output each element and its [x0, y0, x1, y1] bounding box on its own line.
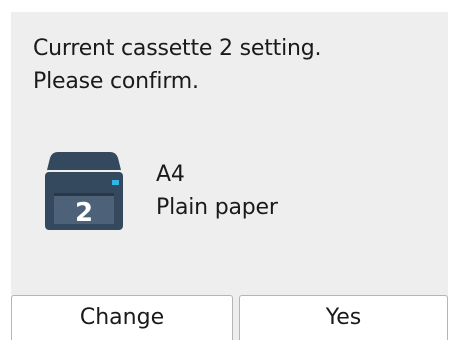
- change-button[interactable]: Change: [11, 295, 233, 340]
- paper-type: Plain paper: [156, 195, 278, 220]
- confirm-screen: Current cassette 2 setting. Please confi…: [11, 12, 448, 340]
- paper-size: A4: [156, 162, 185, 187]
- printer-cassette-icon: 2: [42, 150, 126, 232]
- message-line-1: Current cassette 2 setting.: [33, 36, 322, 61]
- message-line-2: Please confirm.: [33, 69, 199, 94]
- paper-info: A4 Plain paper: [156, 158, 278, 224]
- confirm-message: Current cassette 2 setting. Please confi…: [33, 32, 321, 98]
- yes-button[interactable]: Yes: [239, 295, 448, 340]
- cassette-number: 2: [75, 198, 93, 228]
